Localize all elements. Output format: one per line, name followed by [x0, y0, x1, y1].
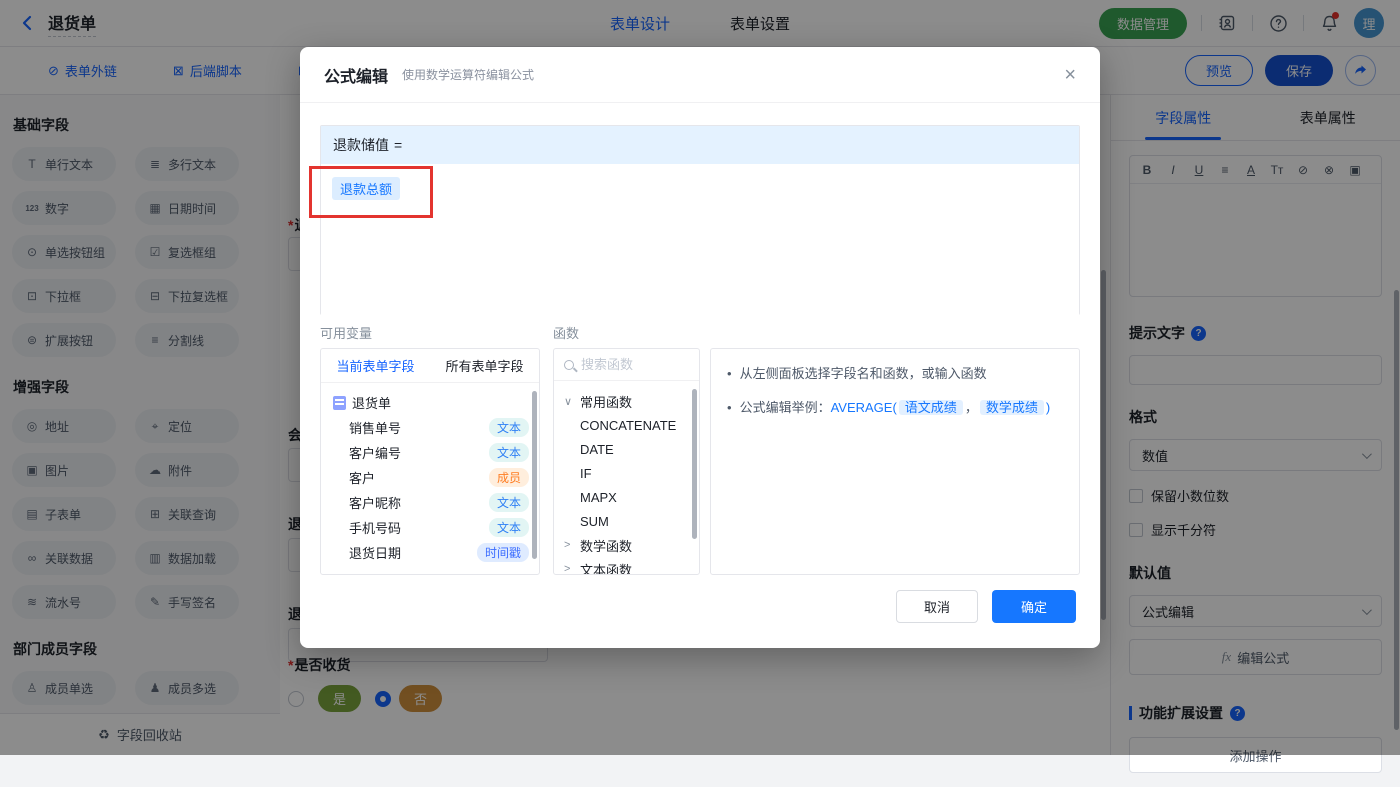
function-item[interactable]: SUM	[554, 509, 699, 533]
formula-variable-tag[interactable]: 退款总额	[332, 177, 400, 200]
equals-sign: =	[394, 137, 402, 153]
example-arg-tag: 语文成绩	[899, 400, 963, 415]
formula-input-area[interactable]: 退款总额	[321, 164, 1079, 315]
help-panel: • 从左侧面板选择字段名和函数，或输入函数 • 公式编辑举例：AVERAGE(语…	[710, 348, 1080, 575]
functions-scrollbar[interactable]	[692, 389, 697, 539]
functions-label: 函数	[553, 323, 579, 342]
formula-target-bar: 退款储值 =	[321, 126, 1079, 164]
form-doc-icon	[333, 396, 346, 410]
function-item[interactable]: MAPX	[554, 485, 699, 509]
variable-field-row[interactable]: 销售单号文本	[321, 415, 539, 440]
example-arg-tag: 数学成绩	[980, 400, 1044, 415]
formula-target: 退款储值	[333, 135, 389, 155]
formula-editor[interactable]: 退款储值 = 退款总额	[320, 125, 1080, 315]
example-function: AVERAGE(	[831, 400, 897, 415]
variable-field-row[interactable]: 退货日期时间戳	[321, 540, 539, 565]
field-type-badge: 文本	[489, 443, 529, 462]
function-item[interactable]: DATE	[554, 437, 699, 461]
confirm-button[interactable]: 确定	[992, 590, 1076, 623]
caret-collapsed-icon: >	[564, 539, 574, 551]
function-search[interactable]	[554, 349, 699, 381]
function-group-math[interactable]: > 数学函数	[554, 533, 699, 557]
field-type-badge: 时间戳	[477, 543, 529, 562]
variables-scrollbar[interactable]	[532, 391, 537, 559]
caret-collapsed-icon: >	[564, 563, 574, 575]
function-group-common[interactable]: ∨ 常用函数	[554, 389, 699, 413]
variables-panel: 当前表单字段 所有表单字段 退货单 销售单号文本 客户编号文本 客户成员 客户昵…	[320, 348, 540, 575]
formula-editor-modal: 公式编辑 使用数学运算符编辑公式 × 退款储值 = 退款总额 可用变量 函数 当…	[300, 47, 1100, 648]
tab-all-form-fields[interactable]: 所有表单字段	[445, 356, 523, 375]
caret-expanded-icon: ∨	[564, 395, 574, 408]
variable-field-row[interactable]: 客户编号文本	[321, 440, 539, 465]
field-type-badge: 文本	[489, 518, 529, 537]
modal-subtitle: 使用数学运算符编辑公式	[402, 66, 534, 83]
function-group-text[interactable]: > 文本函数	[554, 557, 699, 575]
variable-field-row[interactable]: 客户昵称文本	[321, 490, 539, 515]
form-tree-node[interactable]: 退货单	[321, 390, 539, 415]
cancel-button[interactable]: 取消	[896, 590, 978, 623]
search-icon	[564, 360, 574, 370]
function-item[interactable]: IF	[554, 461, 699, 485]
tab-current-form-fields[interactable]: 当前表单字段	[336, 356, 414, 375]
field-type-badge: 文本	[489, 418, 529, 437]
modal-title: 公式编辑	[324, 63, 388, 87]
function-search-input[interactable]	[581, 357, 681, 372]
help-bullet: • 从左侧面板选择字段名和函数，或输入函数	[727, 364, 1063, 385]
field-type-badge: 成员	[489, 468, 529, 487]
function-item[interactable]: CONCATENATE	[554, 413, 699, 437]
variable-field-row[interactable]: 客户成员	[321, 465, 539, 490]
variables-label: 可用变量	[320, 326, 372, 341]
field-type-badge: 文本	[489, 493, 529, 512]
close-icon[interactable]: ×	[1064, 65, 1076, 85]
variable-field-row[interactable]: 手机号码文本	[321, 515, 539, 540]
functions-panel: ∨ 常用函数 CONCATENATE DATE IF MAPX SUM > 数学…	[553, 348, 700, 575]
help-bullet-example: • 公式编辑举例：AVERAGE(语文成绩，数学成绩)	[727, 398, 1063, 419]
